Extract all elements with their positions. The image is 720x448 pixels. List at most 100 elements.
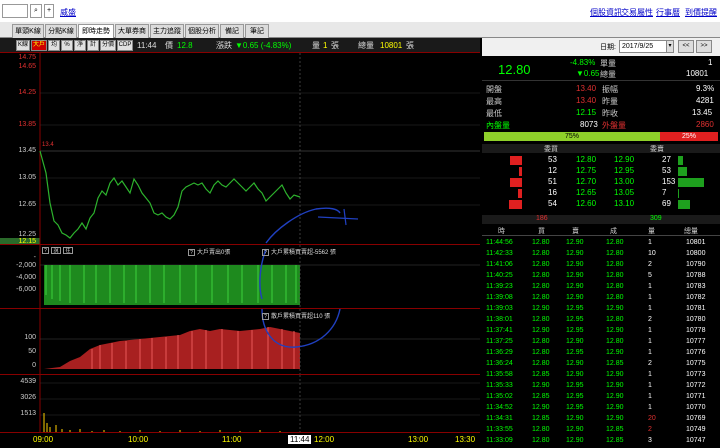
history-button[interactable]: 往 bbox=[63, 247, 73, 254]
tick-price: 12.90 bbox=[606, 415, 624, 422]
tick-qty: 1 bbox=[648, 393, 652, 400]
tick-col-time: 時 bbox=[498, 228, 505, 235]
tick-time: 11:33:09 bbox=[486, 437, 513, 444]
help-icon[interactable]: ? bbox=[262, 313, 269, 320]
tab-analysis[interactable]: 個股分析 bbox=[185, 24, 219, 38]
tab-notes[interactable]: 筆記 bbox=[245, 24, 269, 38]
tick-bid: 12.90 bbox=[532, 327, 550, 334]
inner-vol-label: 內盤量 bbox=[486, 121, 510, 130]
open-label: 開盤 bbox=[486, 85, 502, 94]
tick-price: 12.90 bbox=[606, 371, 624, 378]
retail-chart[interactable]: ? 散戶累積買賣超110 張 100 50 0 bbox=[0, 308, 480, 375]
outer-vol-value: 2860 bbox=[696, 120, 714, 129]
bid-total: 186 bbox=[536, 215, 548, 222]
book-totals: 186 309 bbox=[482, 215, 720, 224]
link-trade-attr[interactable]: 交易屬性 bbox=[621, 7, 653, 18]
search-icon[interactable]: ⌕ bbox=[30, 4, 42, 18]
link-price-alert[interactable]: 到價提醒 bbox=[685, 7, 717, 18]
tick-ask: 12.90 bbox=[566, 272, 584, 279]
bid-price: 12.70 bbox=[576, 177, 597, 186]
help-icon[interactable]: ? bbox=[188, 249, 195, 256]
next-day-button[interactable]: >> bbox=[696, 40, 712, 53]
link-stock-info[interactable]: 個股資訊 bbox=[590, 7, 622, 18]
tick-qty: 1 bbox=[648, 349, 652, 356]
sub1-buttons: ? 說往 bbox=[42, 247, 75, 254]
tick-price: 12.80 bbox=[606, 272, 624, 279]
book-row[interactable]: 12 12.75 12.95 53 bbox=[482, 166, 720, 177]
tab-big-broker[interactable]: 大單券商 bbox=[115, 24, 149, 38]
high-value: 13.40 bbox=[576, 96, 597, 105]
tick-list[interactable]: 11:44:56 12.80 12.90 12.80 1 10801 11:42:33 12.… bbox=[482, 238, 720, 448]
ask-price: 12.95 bbox=[614, 166, 635, 175]
avg-toggle[interactable]: 均 bbox=[48, 40, 60, 51]
big-holder-toggle[interactable]: 大戶 bbox=[31, 40, 47, 51]
tick-price: 12.80 bbox=[606, 294, 624, 301]
add-button[interactable]: + bbox=[44, 4, 54, 18]
tick-total: 10777 bbox=[686, 338, 706, 345]
book-row[interactable]: 53 12.80 12.90 27 bbox=[482, 155, 720, 166]
tick-ask: 12.90 bbox=[566, 283, 584, 290]
kline-toggle[interactable]: K線 bbox=[16, 40, 30, 51]
book-row[interactable]: 16 12.65 13.05 7 bbox=[482, 188, 720, 199]
net-toggle[interactable]: 淨 bbox=[74, 40, 86, 51]
ask-price: 13.00 bbox=[614, 177, 635, 186]
tick-ask: 12.95 bbox=[566, 327, 584, 334]
tick-total: 10788 bbox=[686, 272, 706, 279]
tick-price: 12.90 bbox=[606, 349, 624, 356]
tick-total: 10747 bbox=[686, 437, 706, 444]
stock-name[interactable]: 威盛 bbox=[60, 7, 76, 18]
tab-kline[interactable]: 單頭K線 bbox=[12, 24, 44, 38]
single-vol: 1 bbox=[708, 58, 713, 67]
cdp-toggle[interactable]: CDP bbox=[117, 40, 133, 51]
help-icon[interactable]: ? bbox=[42, 247, 49, 254]
tick-time: 11:33:55 bbox=[486, 426, 513, 433]
stock-code-input[interactable] bbox=[2, 4, 28, 18]
tick-bid: 12.80 bbox=[532, 338, 550, 345]
tick-qty: 2 bbox=[648, 261, 652, 268]
bid-qty: 53 bbox=[548, 155, 557, 164]
date-picker[interactable]: 2017/9/25 bbox=[619, 40, 667, 53]
calc-toggle[interactable]: 計 bbox=[87, 40, 99, 51]
tick-row[interactable]: 11:33:09 12.80 12.90 12.85 3 10747 bbox=[482, 436, 720, 448]
explain-button[interactable]: 說 bbox=[51, 247, 61, 254]
vol-value: 1 bbox=[323, 41, 328, 50]
bid-price: 12.80 bbox=[576, 155, 597, 164]
tick-ask: 12.90 bbox=[566, 239, 584, 246]
total-unit: 張 bbox=[406, 41, 414, 50]
inner-vol-value: 8073 bbox=[580, 120, 598, 129]
ask-price: 13.10 bbox=[614, 199, 635, 208]
price-dist-toggle[interactable]: 分價 bbox=[100, 40, 116, 51]
date-bar: 日期: 2017/9/25 ▾ << >> bbox=[482, 38, 720, 56]
ask-bar bbox=[678, 167, 687, 176]
tick-ask: 12.95 bbox=[566, 393, 584, 400]
tick-price: 12.80 bbox=[606, 250, 624, 257]
tick-bid: 12.90 bbox=[532, 305, 550, 312]
book-row[interactable]: 54 12.60 13.10 69 bbox=[482, 199, 720, 210]
big-holder-chart[interactable]: ? 說往 ? 大戶賣出0張 ? 大戶累積買賣超-5562 張 - -2,000 -4,… bbox=[0, 244, 480, 309]
tab-realtime[interactable]: 即時走勢 bbox=[78, 24, 114, 38]
dropdown-icon[interactable]: ▾ bbox=[666, 40, 674, 53]
tab-main-force[interactable]: 主力追蹤 bbox=[150, 24, 184, 38]
link-calendar[interactable]: 行事曆 bbox=[656, 7, 680, 18]
tab-minute-kline[interactable]: 分點K線 bbox=[45, 24, 77, 38]
tick-ask: 12.95 bbox=[566, 305, 584, 312]
vol-axis-label: 4539 bbox=[20, 378, 36, 385]
tick-price: 12.80 bbox=[606, 316, 624, 323]
sub1-axis-label: - bbox=[33, 254, 36, 261]
tick-qty: 1 bbox=[648, 294, 652, 301]
price-axis-label: 13.45 bbox=[18, 147, 36, 154]
quote-summary: 12.80 -4.83% ▼0.65 單量 1 總量 10801 bbox=[482, 58, 720, 81]
pct-toggle[interactable]: % bbox=[61, 40, 73, 51]
tab-memo[interactable]: 備記 bbox=[220, 24, 244, 38]
chart-toolbar: K線 大戶 均 % 淨 計 分價 CDP 11:44 價 12.8 漲跌 ▼0.… bbox=[0, 38, 480, 52]
volume-chart[interactable]: 4539 3026 1513 bbox=[0, 374, 480, 433]
prev-day-button[interactable]: << bbox=[678, 40, 694, 53]
tick-col-ask: 賣 bbox=[572, 228, 579, 235]
tick-time: 11:36:29 bbox=[486, 349, 513, 356]
book-row[interactable]: 51 12.70 13.00 153 bbox=[482, 177, 720, 188]
vol-axis-label: 3026 bbox=[20, 394, 36, 401]
help-icon[interactable]: ? bbox=[262, 249, 269, 256]
price-axis-label: 14.65 bbox=[18, 63, 36, 70]
price-chart[interactable]: 13.4 14.75 14.65 14.25 13.85 13.45 13.05… bbox=[0, 52, 480, 245]
tick-bid: 12.85 bbox=[532, 415, 550, 422]
